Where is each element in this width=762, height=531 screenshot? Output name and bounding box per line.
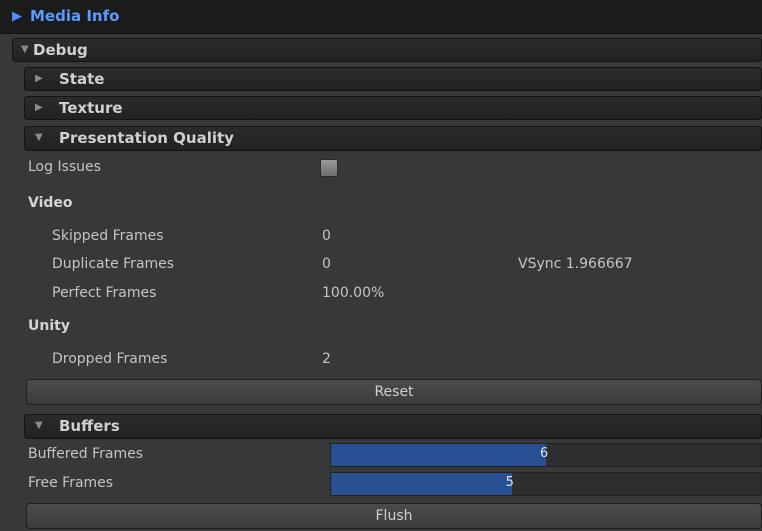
buffered-frames-value: 6 [540, 446, 549, 461]
log-issues-checkbox[interactable] [320, 159, 338, 177]
chevron-down-icon: ▼ [35, 420, 43, 431]
skipped-frames-value: 0 [322, 228, 331, 244]
foldout-buffers[interactable]: ▼ Buffers [24, 414, 762, 439]
chevron-right-icon: ▶ [35, 102, 43, 113]
flush-button[interactable]: Flush [26, 503, 762, 529]
buffered-frames-bar: 6 [330, 443, 762, 467]
foldout-presentation-quality-label: Presentation Quality [59, 129, 234, 147]
vsync-readout: VSync 1.966667 [518, 256, 633, 272]
foldout-texture-label: Texture [59, 99, 123, 117]
free-frames-value: 5 [505, 475, 514, 490]
perfect-frames-value: 100.00% [322, 285, 385, 301]
foldout-buffers-label: Buffers [59, 417, 120, 435]
video-heading: Video [28, 195, 73, 211]
media-info-title: Media Info [30, 7, 120, 25]
foldout-state-label: State [59, 70, 105, 88]
buffered-frames-bar-fill [331, 444, 546, 466]
dropped-frames-label: Dropped Frames [52, 351, 168, 367]
foldout-debug-label: Debug [33, 41, 88, 59]
buffered-frames-label: Buffered Frames [28, 446, 144, 462]
duplicate-frames-label: Duplicate Frames [52, 256, 175, 272]
dropped-frames-value: 2 [322, 351, 331, 367]
free-frames-label: Free Frames [28, 475, 114, 491]
reset-button[interactable]: Reset [26, 379, 762, 405]
unity-heading: Unity [28, 318, 70, 334]
media-info-header[interactable]: ▶ Media Info [0, 0, 762, 34]
free-frames-bar: 5 [330, 472, 762, 496]
foldout-presentation-quality[interactable]: ▼ Presentation Quality [24, 126, 762, 151]
foldout-state[interactable]: ▶ State [24, 67, 762, 91]
foldout-debug[interactable]: ▼ Debug [12, 38, 762, 62]
perfect-frames-label: Perfect Frames [52, 285, 157, 301]
chevron-down-icon: ▼ [21, 44, 29, 55]
free-frames-bar-fill [331, 473, 512, 495]
duplicate-frames-value: 0 [322, 256, 331, 272]
foldout-texture[interactable]: ▶ Texture [24, 96, 762, 120]
chevron-right-icon: ▶ [35, 73, 43, 84]
skipped-frames-label: Skipped Frames [52, 228, 164, 244]
expand-triangle-icon: ▶ [12, 9, 22, 24]
log-issues-label: Log Issues [28, 159, 101, 175]
chevron-down-icon: ▼ [35, 132, 43, 143]
